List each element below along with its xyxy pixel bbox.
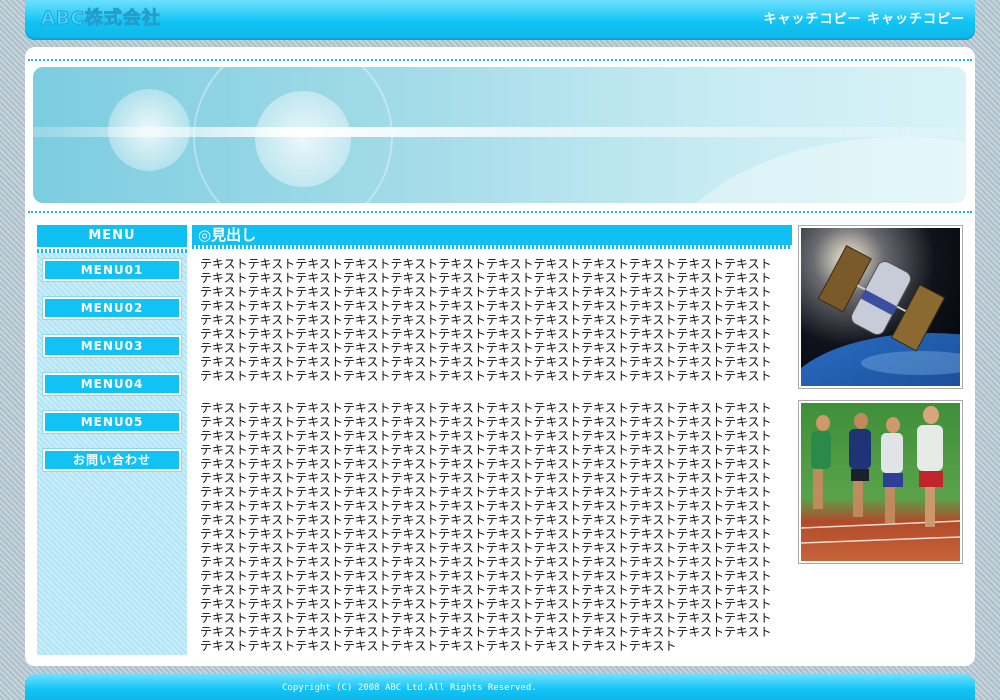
site-logo[interactable]: ABC株式会社 bbox=[41, 4, 161, 30]
content-heading-block: ◎見出し bbox=[192, 225, 792, 249]
banner-arc bbox=[653, 137, 966, 203]
menu-button-menu04[interactable]: MENU04 bbox=[43, 373, 181, 395]
catch-copy: キャッチコピー キャッチコピー bbox=[763, 12, 965, 27]
runners-image-icon bbox=[801, 403, 960, 561]
copyright-text: Copyright (C) 2008 ABC Ltd.All Rights Re… bbox=[282, 683, 537, 693]
site-header: ABC株式会社 キャッチコピー キャッチコピー bbox=[25, 0, 975, 40]
dotted-divider-middle bbox=[28, 211, 972, 213]
content-paragraph-1: テキストテキストテキストテキストテキストテキストテキストテキストテキストテキスト… bbox=[200, 257, 772, 383]
dotted-divider-top bbox=[28, 59, 972, 61]
menu-title-stripe bbox=[37, 249, 187, 253]
sidebar-menu: MENU MENU01 MENU02 MENU03 MENU04 MENU05 … bbox=[37, 225, 187, 655]
satellite-photo bbox=[798, 225, 963, 389]
menu-button-contact[interactable]: お問い合わせ bbox=[43, 449, 181, 471]
menu-title: MENU bbox=[37, 225, 187, 249]
site-footer: Copyright (C) 2008 ABC Ltd.All Rights Re… bbox=[25, 674, 975, 700]
menu-button-menu01[interactable]: MENU01 bbox=[43, 259, 181, 281]
content-heading: ◎見出し bbox=[192, 225, 792, 245]
runners-photo bbox=[798, 400, 963, 564]
hero-banner bbox=[33, 67, 966, 203]
menu-button-menu02[interactable]: MENU02 bbox=[43, 297, 181, 319]
menu-button-menu03[interactable]: MENU03 bbox=[43, 335, 181, 357]
content-heading-stripe bbox=[192, 245, 792, 249]
satellite-image-icon bbox=[801, 228, 960, 386]
menu-button-menu05[interactable]: MENU05 bbox=[43, 411, 181, 433]
banner-glow-circle bbox=[255, 91, 351, 187]
banner-light-streak bbox=[33, 127, 966, 137]
content-paragraph-2: テキストテキストテキストテキストテキストテキストテキストテキストテキストテキスト… bbox=[200, 401, 772, 653]
